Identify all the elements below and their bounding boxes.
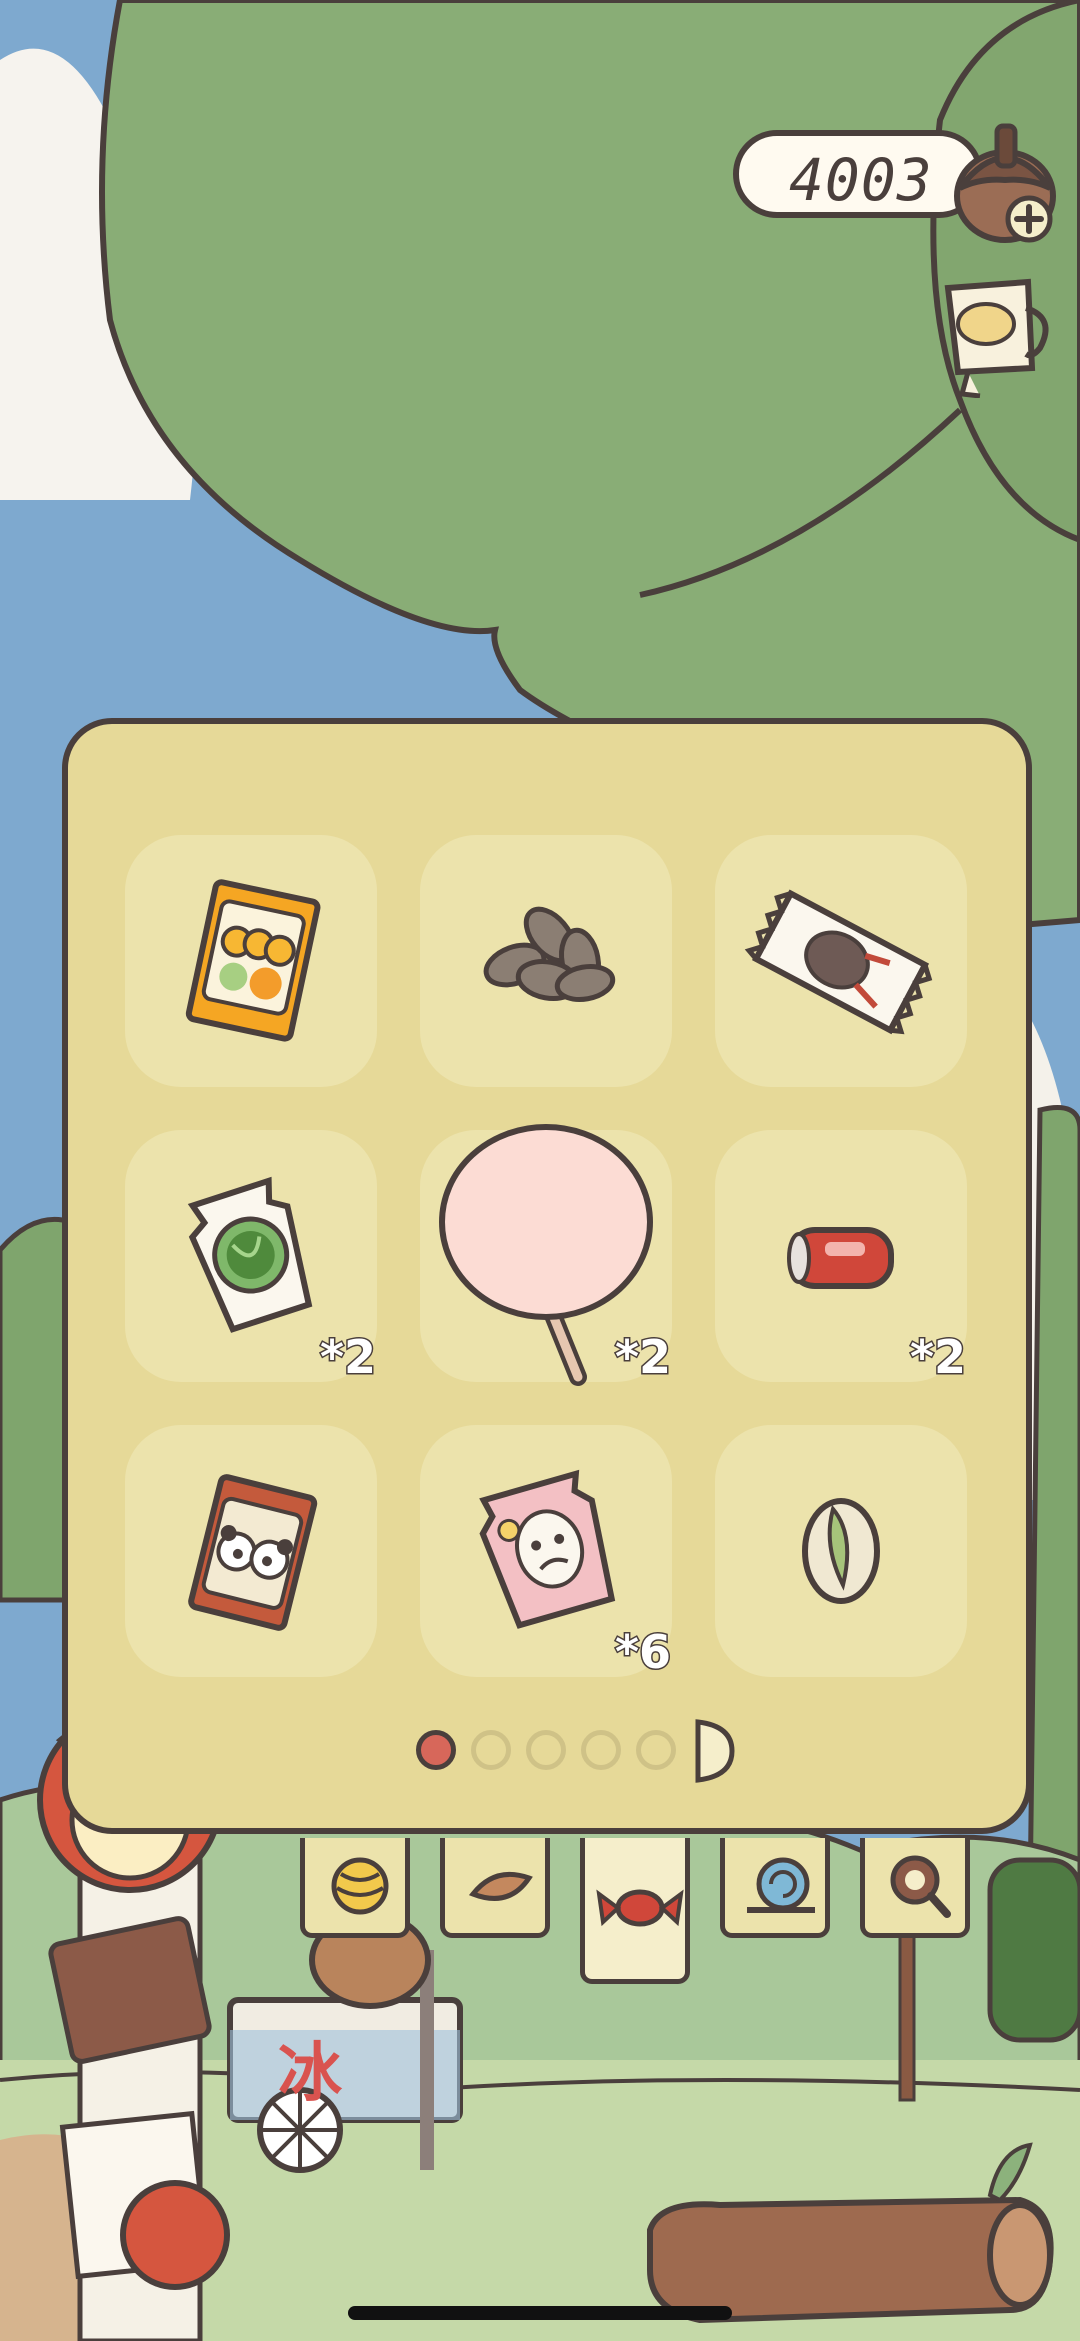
- leaf-icon: [468, 1871, 533, 1901]
- snail-icon: [747, 1857, 815, 1913]
- svg-text:冰: 冰: [278, 2037, 343, 2111]
- coin-counter: 4003: [733, 130, 983, 218]
- item-slot-watermelon-candy[interactable]: *2: [125, 1130, 378, 1386]
- category-tabs: [300, 1838, 980, 1998]
- sunflower-seeds-icon: [483, 906, 616, 1002]
- item-slot-pistachio[interactable]: [715, 1425, 967, 1677]
- item-slot-soda-can[interactable]: *2: [715, 1130, 968, 1386]
- snack-bag-icon: [185, 879, 321, 1042]
- tab-leaf[interactable]: [440, 1838, 550, 1938]
- item-slot-chocolate-candy[interactable]: [715, 835, 967, 1087]
- cotton-candy-icon: [439, 1124, 653, 1386]
- chocolate-candy-icon: [744, 889, 933, 1035]
- candy-icon: [596, 1889, 684, 1927]
- page-dot[interactable]: [526, 1730, 566, 1770]
- page-dot[interactable]: [636, 1730, 676, 1770]
- panda-snack-bag-icon: [188, 1474, 318, 1631]
- tab-snail[interactable]: [720, 1838, 830, 1938]
- page-dot[interactable]: [471, 1730, 511, 1770]
- cup-icon[interactable]: [928, 268, 1058, 398]
- item-count: *2: [908, 1329, 967, 1386]
- page-dot[interactable]: [581, 1730, 621, 1770]
- yarn-ball-icon: [331, 1857, 389, 1915]
- add-coins-button[interactable]: [1004, 194, 1054, 244]
- page-indicator: [416, 1719, 746, 1790]
- tab-yarn[interactable]: [300, 1838, 410, 1938]
- next-page-arrow-icon[interactable]: [692, 1716, 736, 1786]
- item-slot-seeds[interactable]: [420, 835, 672, 1087]
- tab-candy[interactable]: [580, 1838, 690, 1984]
- magnifier-icon: [890, 1855, 951, 1918]
- item-slot-panda-snack[interactable]: [125, 1425, 377, 1677]
- pistachio-icon: [802, 1498, 880, 1604]
- page-dot-active[interactable]: [416, 1730, 456, 1770]
- item-slot-orange-snack[interactable]: [125, 835, 377, 1087]
- item-count: *6: [613, 1624, 672, 1681]
- tab-search[interactable]: [860, 1838, 970, 1938]
- coin-amount: 4003: [789, 146, 933, 214]
- item-count: *2: [318, 1329, 377, 1386]
- item-slot-pink-candy[interactable]: *6: [420, 1425, 673, 1681]
- home-indicator[interactable]: [348, 2306, 732, 2320]
